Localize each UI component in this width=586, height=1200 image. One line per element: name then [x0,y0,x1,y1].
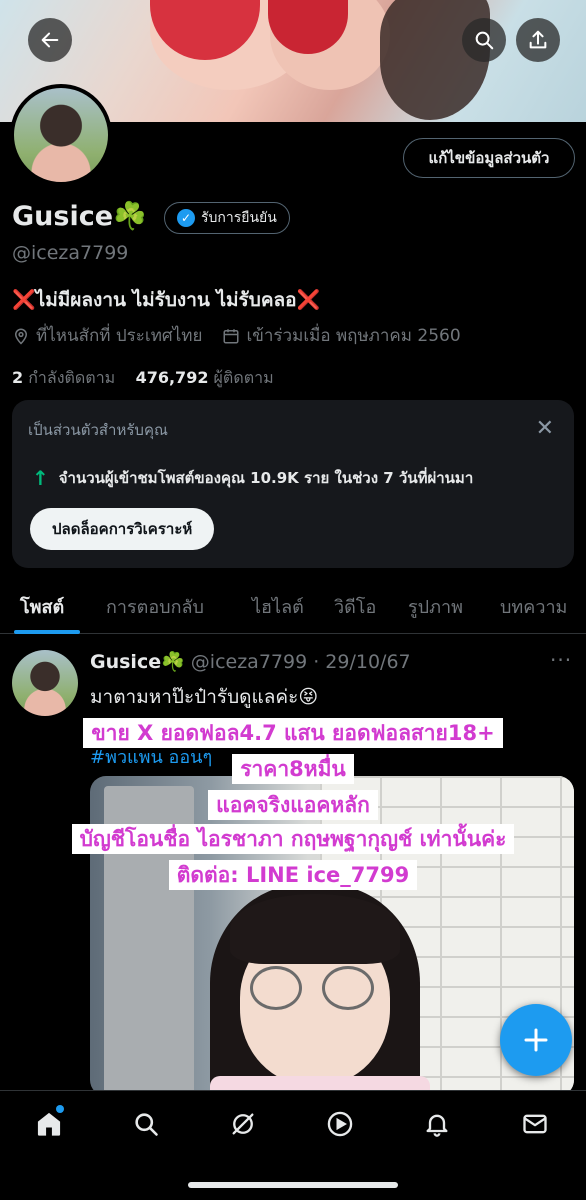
post-handle-date: @iceza7799 · 29/10/67 [190,651,411,673]
home-notification-dot [56,1105,64,1113]
active-tab-indicator [14,630,80,634]
overlay-line: ขาย X ยอดฟอล4.7 แสน ยอดฟอลสาย18+ [0,718,586,748]
edit-profile-button[interactable]: แก้ไขข้อมูลส่วนตัว [403,138,575,178]
display-name: Gusice☘️ [12,201,147,232]
grok-icon [232,1113,254,1135]
nav-notifications[interactable] [422,1109,452,1139]
search-icon [475,31,494,50]
home-indicator [188,1182,398,1188]
profile-meta: ที่ไหนสักที่ ประเทศไทย เข้าร่วมเมื่อ พฤษ… [12,322,461,349]
post-author-name[interactable]: Gusice☘️ [90,651,185,673]
tab-videos[interactable]: วิดีโอ [334,592,376,621]
nav-search[interactable] [131,1109,161,1139]
tab-posts[interactable]: โพสต์ [20,592,64,621]
insight-card-title: เป็นส่วนตัวสำหรับคุณ [28,421,168,439]
profile-avatar[interactable] [10,84,112,186]
post-avatar[interactable] [12,650,78,716]
profile-joined: เข้าร่วมเมื่อ พฤษภาคม 2560 [246,326,461,346]
post-hashtag[interactable]: #พวแพน ออนๆ [90,742,212,771]
video-icon [327,1111,353,1137]
post-text: มาตามหาป๊ะป๋ารับดูแลค่ะ😝 [90,686,319,708]
nav-video[interactable] [325,1109,355,1139]
follow-stats: 2 กำลังติดตาม 476,792 ผู้ติดตาม [12,366,274,391]
more-options-icon[interactable]: ··· [550,648,572,672]
search-icon [135,1113,158,1136]
home-icon [37,1112,61,1136]
post-header: Gusice☘️ @iceza7799 · 29/10/67 [90,650,411,673]
nav-grok[interactable] [228,1109,258,1139]
tab-replies[interactable]: การตอบกลับ [106,592,204,621]
calendar-icon [223,328,239,343]
followers-link[interactable]: 476,792 ผู้ติดตาม [136,368,274,387]
share-button[interactable] [516,18,560,62]
nav-home[interactable] [34,1109,64,1139]
following-link[interactable]: 2 กำลังติดตาม [12,368,115,387]
compose-button[interactable] [500,1004,572,1076]
profile-handle: @iceza7799 [12,242,129,264]
location-pin-icon [14,328,28,345]
tab-photos[interactable]: รูปภาพ [408,592,463,621]
profile-bio: ❌ไม่มีผลงาน ไม่รับงาน ไม่รับคลอ❌ [12,289,321,311]
share-icon [529,30,547,49]
close-icon[interactable]: ✕ [536,416,554,441]
search-button[interactable] [462,18,506,62]
insight-card: เป็นส่วนตัวสำหรับคุณ ✕ ↑ จำนวนผู้เข้าชมโ… [12,400,574,568]
messages-icon [523,1114,547,1134]
tab-articles[interactable]: บทความ [500,592,567,621]
arrow-up-icon: ↑ [32,466,49,490]
nav-messages[interactable] [520,1109,550,1139]
back-button[interactable] [28,18,72,62]
verified-check-icon: ✓ [177,209,195,227]
arrow-left-icon [41,32,59,48]
notifications-icon [426,1114,448,1137]
insight-stat: ↑ จำนวนผู้เข้าชมโพสต์ของคุณ 10.9K ราย ใน… [32,466,474,490]
verified-badge-button[interactable]: ✓ รับการยืนยัน [164,202,290,234]
unlock-analytics-button[interactable]: ปลดล็อคการวิเคราะห์ [30,508,215,550]
tab-highlights[interactable]: ไฮไลต์ [252,592,304,621]
plus-icon [524,1028,548,1052]
profile-location: ที่ไหนสักที่ ประเทศไทย [36,326,203,346]
verified-label: รับการยืนยัน [201,210,277,226]
profile-tabs: โพสต์ การตอบกลับ ไฮไลต์ วิดีโอ รูปภาพ บท… [0,580,586,634]
